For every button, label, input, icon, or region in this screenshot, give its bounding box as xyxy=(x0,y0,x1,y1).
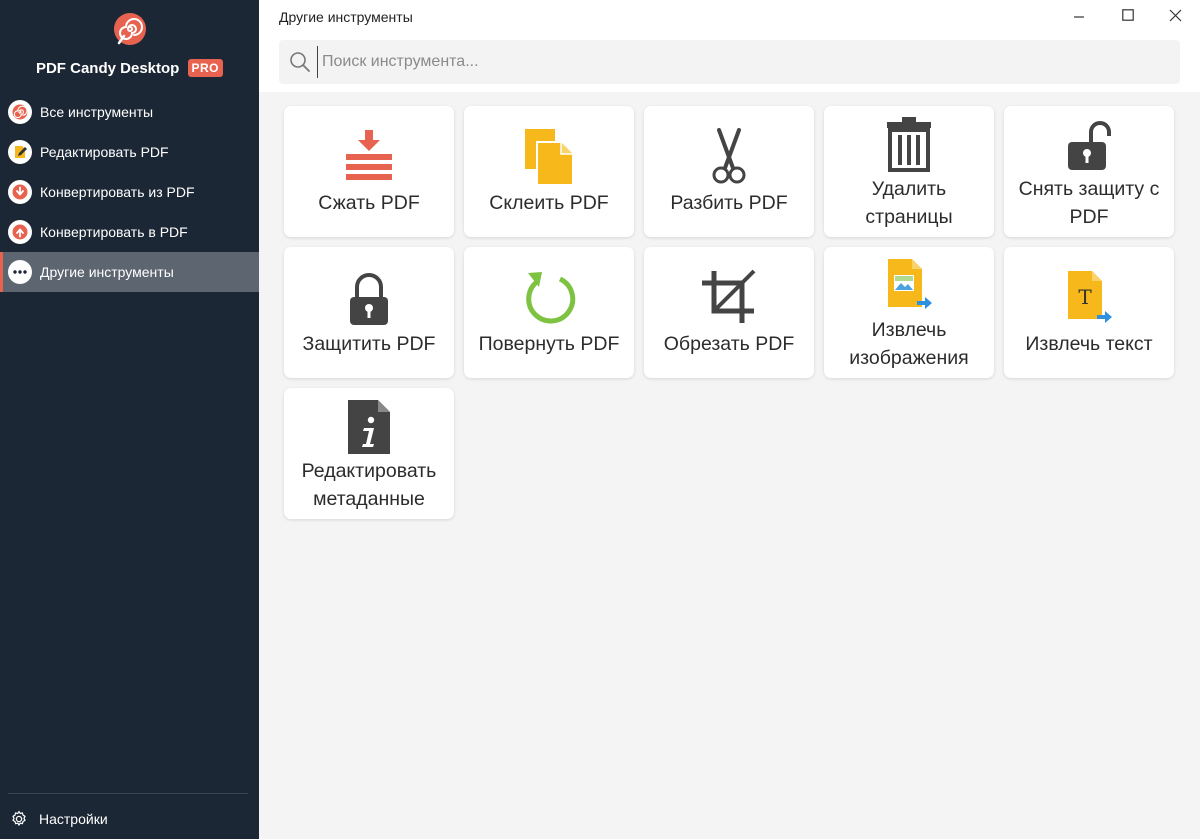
crop-icon xyxy=(702,269,756,323)
tool-label: Обрезать PDF xyxy=(663,333,795,355)
minimize-icon xyxy=(1074,16,1084,18)
logo xyxy=(0,12,259,51)
candy-logo-icon xyxy=(113,13,146,45)
sidebar-item-label: Редактировать PDF xyxy=(40,144,169,160)
merge-icon xyxy=(525,129,574,186)
tool-edit-metadata[interactable]: Редактировать метаданные xyxy=(284,388,454,519)
sidebar-item-label: Другие инструменты xyxy=(40,264,174,280)
lock-icon xyxy=(350,273,388,325)
settings-button[interactable]: Настройки xyxy=(0,804,269,834)
search-bar xyxy=(279,40,1180,84)
tool-crop-pdf[interactable]: Обрезать PDF xyxy=(644,247,814,378)
tool-rotate-pdf[interactable]: Повернуть PDF xyxy=(464,247,634,378)
pro-badge: PRO xyxy=(187,59,224,77)
sidebar-divider xyxy=(8,793,248,794)
scissors-icon xyxy=(712,128,746,184)
tool-label: Извлечь изображения xyxy=(849,319,969,369)
sidebar: PDF Candy Desktop PRO Все инструменты Ре… xyxy=(0,0,259,839)
metadata-icon xyxy=(348,400,390,454)
sidebar-item-label: Конвертировать в PDF xyxy=(40,224,188,240)
header: Другие инструменты xyxy=(259,0,1200,92)
close-icon xyxy=(1169,9,1181,21)
tool-label: Разбить PDF xyxy=(670,192,788,214)
tool-label: Склеить PDF xyxy=(489,192,609,214)
tool-label: Снять защиту с PDF xyxy=(1018,178,1160,228)
tool-label: Повернуть PDF xyxy=(478,333,620,355)
tool-unlock-pdf[interactable]: Снять защиту с PDF xyxy=(1004,106,1174,237)
tool-label: Извлечь текст xyxy=(1025,333,1153,355)
tool-split-pdf[interactable]: Разбить PDF xyxy=(644,106,814,237)
sidebar-item-all-tools[interactable]: Все инструменты xyxy=(0,92,259,132)
svg-text:T: T xyxy=(1078,285,1092,309)
tool-label: Сжать PDF xyxy=(318,192,420,214)
arrow-down-icon xyxy=(8,180,32,204)
unlock-icon xyxy=(1068,121,1111,170)
extract-text-icon: T xyxy=(1068,271,1112,323)
compress-icon xyxy=(346,130,392,180)
trash-icon xyxy=(887,117,931,172)
tool-compress-pdf[interactable]: Сжать PDF xyxy=(284,106,454,237)
tool-extract-images[interactable]: Извлечь изображения xyxy=(824,247,994,378)
arrow-up-icon xyxy=(8,220,32,244)
tool-delete-pages[interactable]: Удалить страницы xyxy=(824,106,994,237)
maximize-icon xyxy=(1122,9,1134,21)
extract-images-icon xyxy=(888,259,932,309)
tool-label: Удалить страницы xyxy=(865,178,953,228)
gear-icon xyxy=(12,810,26,826)
maximize-button[interactable] xyxy=(1105,0,1151,30)
pencil-icon xyxy=(8,140,32,164)
sidebar-item-convert-to-pdf[interactable]: Конвертировать в PDF xyxy=(0,212,259,252)
ellipsis-icon xyxy=(8,260,32,284)
tool-label: Защитить PDF xyxy=(302,333,436,355)
sidebar-item-edit-pdf[interactable]: Редактировать PDF xyxy=(0,132,259,172)
tool-protect-pdf[interactable]: Защитить PDF xyxy=(284,247,454,378)
app-name: PDF Candy Desktop xyxy=(35,60,180,77)
tool-label: Редактировать метаданные xyxy=(301,460,437,510)
tool-merge-pdf[interactable]: Склеить PDF xyxy=(464,106,634,237)
sidebar-item-convert-from-pdf[interactable]: Конвертировать из PDF xyxy=(0,172,259,212)
spiral-icon xyxy=(8,100,32,124)
search-icon xyxy=(290,52,310,72)
sidebar-nav: Все инструменты Редактировать PDF Конвер… xyxy=(0,92,259,292)
tool-extract-text[interactable]: T Извлечь текст xyxy=(1004,247,1174,378)
sidebar-item-other-tools[interactable]: Другие инструменты xyxy=(0,252,259,292)
sidebar-item-label: Все инструменты xyxy=(40,104,154,120)
rotate-icon xyxy=(526,272,576,324)
sidebar-item-label: Конвертировать из PDF xyxy=(40,184,195,200)
page-title: Другие инструменты xyxy=(279,9,413,25)
minimize-button[interactable] xyxy=(1056,0,1102,30)
brand-name: PDF Candy Desktop PRO xyxy=(0,59,259,77)
close-button[interactable] xyxy=(1152,0,1198,30)
search-input[interactable] xyxy=(317,46,1164,78)
settings-label: Настройки xyxy=(39,811,108,827)
